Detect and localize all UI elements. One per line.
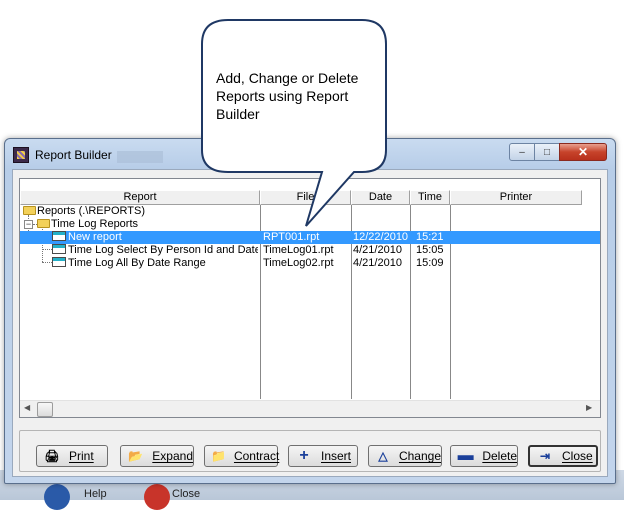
window-close-button[interactable]: ✕ — [559, 143, 607, 161]
report-icon — [52, 244, 66, 254]
column-time[interactable]: Time — [410, 190, 450, 205]
exit-door-icon: ⇥ — [539, 449, 551, 463]
report-tree-list[interactable]: Report File Date Time Printer Reports (.… — [19, 178, 601, 418]
column-file[interactable]: File — [260, 190, 351, 205]
collapse-toggle[interactable]: − — [24, 220, 33, 229]
report-time: 15:05 — [416, 244, 444, 256]
minus-icon: ▬ — [457, 447, 474, 464]
report-date: 4/21/2010 — [353, 244, 402, 256]
tree-root[interactable]: Reports (.\REPORTS) — [20, 205, 600, 218]
close-button[interactable]: ⇥ Close — [528, 445, 598, 467]
scroll-thumb[interactable] — [37, 402, 53, 417]
help-icon — [44, 484, 70, 510]
change-button[interactable]: △ Change — [368, 445, 442, 467]
report-row[interactable]: Time Log Select By Person Id and Date Ra… — [20, 244, 600, 257]
report-name: Time Log Select By Person Id and Date Ra… — [68, 244, 258, 256]
tree-group-label: Time Log Reports — [51, 218, 139, 230]
printer-icon: 🖨 — [44, 449, 60, 463]
folder-icon — [23, 206, 36, 215]
folder-icon: 📁 — [211, 449, 226, 463]
background-help-label: Help — [84, 488, 107, 500]
report-file: TimeLog02.rpt — [263, 257, 334, 269]
minimize-button[interactable]: – — [509, 143, 535, 161]
column-printer[interactable]: Printer — [450, 190, 582, 205]
report-date: 12/22/2010 — [353, 231, 409, 243]
report-icon — [52, 257, 66, 267]
report-time: 15:21 — [416, 231, 444, 243]
report-time: 15:09 — [416, 257, 444, 269]
open-folder-icon: 📂 — [128, 449, 144, 463]
maximize-button[interactable]: □ — [534, 143, 560, 161]
action-button-group: 🖨 Print 📂 Expand 📁 Contract + Insert △ Change… — [19, 430, 601, 472]
report-date: 4/21/2010 — [353, 257, 402, 269]
client-area: Report File Date Time Printer Reports (.… — [12, 169, 608, 477]
horizontal-scrollbar[interactable]: ◀ ▶ — [20, 400, 600, 417]
report-row[interactable]: Time Log All By Date Range TimeLog02.rpt… — [20, 257, 600, 270]
app-icon — [13, 147, 29, 163]
contract-button[interactable]: 📁 Contract — [204, 445, 279, 467]
window-title: Report Builder — [35, 148, 112, 162]
scroll-right-icon[interactable]: ▶ — [586, 403, 592, 412]
background-close-label: Close — [172, 488, 201, 500]
plus-icon: + — [299, 447, 309, 464]
folder-icon — [37, 219, 50, 228]
expand-button[interactable]: 📂 Expand — [120, 445, 194, 467]
tree-group[interactable]: − Time Log Reports — [20, 218, 600, 231]
title-bar[interactable]: Report Builder – □ ✕ — [5, 139, 615, 169]
delete-button[interactable]: ▬ Delete — [450, 445, 518, 467]
triangle-icon: △ — [378, 449, 388, 463]
column-report[interactable]: Report — [20, 190, 260, 205]
report-icon — [52, 231, 66, 241]
callout-text: Add, Change or Delete Reports using Repo… — [216, 70, 359, 122]
report-file: TimeLog01.rpt — [263, 244, 334, 256]
report-file: RPT001.rpt — [263, 231, 320, 243]
report-builder-window: Report Builder – □ ✕ Report File Date Ti… — [4, 138, 616, 484]
report-row[interactable]: New report RPT001.rpt 12/22/2010 15:21 — [20, 231, 600, 244]
report-name: Time Log All By Date Range — [68, 257, 206, 269]
close-icon — [144, 484, 170, 510]
report-name: New report — [68, 231, 122, 243]
insert-button[interactable]: + Insert — [288, 445, 358, 467]
print-button[interactable]: 🖨 Print — [36, 445, 108, 467]
title-shadow — [117, 151, 163, 163]
column-date[interactable]: Date — [351, 190, 410, 205]
tree-root-label: Reports (.\REPORTS) — [37, 205, 145, 217]
column-header: Report File Date Time Printer — [20, 190, 600, 205]
scroll-left-icon[interactable]: ◀ — [24, 403, 30, 412]
